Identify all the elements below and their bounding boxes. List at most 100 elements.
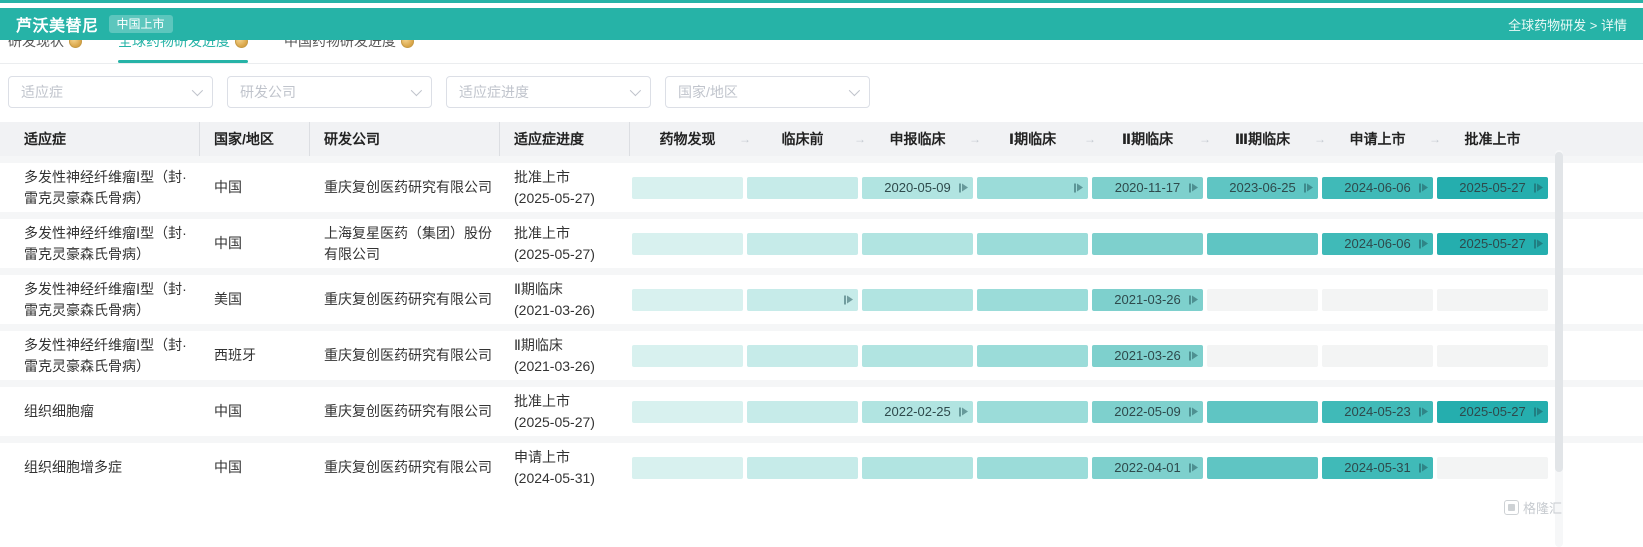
- indication-cell: 组织细胞增多症: [0, 457, 200, 477]
- stage-date: 2024-06-06: [1344, 236, 1411, 251]
- stage-bar: [1322, 289, 1433, 311]
- stage-cell: [860, 457, 975, 479]
- progress-stage: Ⅱ期临床: [514, 335, 630, 355]
- stage-bar[interactable]: 2024-06-06: [1322, 177, 1433, 199]
- stage-bar[interactable]: 2021-03-26: [1092, 345, 1203, 367]
- filter-dropdown-1[interactable]: 研发公司: [227, 76, 432, 108]
- stage-bar[interactable]: 2021-03-26: [1092, 289, 1203, 311]
- app-header: 芦沃美替尼 中国上市 全球药物研发 > 详情: [0, 8, 1643, 40]
- tab-2[interactable]: 中国药物研发进度: [284, 40, 414, 63]
- indication-cell: 组织细胞瘤: [0, 401, 200, 421]
- vertical-scrollbar[interactable]: [1555, 150, 1563, 547]
- company-cell: 重庆复创医药研究有限公司: [310, 401, 500, 421]
- step-icon-triangle: [1192, 352, 1198, 360]
- stage-bar[interactable]: 2025-05-27: [1437, 401, 1548, 423]
- step-icon-bar: [1419, 463, 1421, 472]
- step-icon-bar: [1074, 183, 1076, 192]
- stage-header-label: 药物发现: [660, 131, 716, 147]
- stage-bar[interactable]: [747, 289, 858, 311]
- stage-bar[interactable]: [977, 177, 1088, 199]
- indication-cell: 多发性神经纤维瘤Ⅰ型（封·雷克灵豪森氏骨病）: [0, 279, 200, 320]
- stage-cell: 2023-06-25: [1205, 177, 1320, 199]
- stage-bar: [632, 233, 743, 255]
- stage-bar: [1322, 345, 1433, 367]
- table-row: 多发性神经纤维瘤Ⅰ型（封·雷克灵豪森氏骨病）中国上海复星医药（集团）股份有限公司…: [0, 212, 1643, 268]
- step-forward-icon: [1534, 183, 1543, 192]
- stage-header-label: 申请上市: [1350, 131, 1406, 147]
- filter-placeholder: 国家/地区: [678, 82, 738, 102]
- step-icon-triangle: [1537, 184, 1543, 192]
- column-header: 适应症: [0, 122, 200, 156]
- progress-date: (2025-05-27): [514, 244, 630, 264]
- stage-cell: [860, 233, 975, 255]
- step-forward-icon: [844, 295, 853, 304]
- stage-date: 2023-06-25: [1229, 180, 1296, 195]
- vip-icon: [235, 40, 248, 48]
- column-header: 适应症进度: [500, 122, 630, 156]
- stage-date: 2024-05-31: [1344, 460, 1411, 475]
- stage-cell: [1205, 289, 1320, 311]
- tab-inner: 全球药物研发进度: [118, 40, 248, 51]
- filter-dropdown-3[interactable]: 国家/地区: [665, 76, 870, 108]
- tab-inner: 研发现状: [8, 40, 82, 51]
- stage-bar: [977, 233, 1088, 255]
- pipeline-table: 适应症国家/地区研发公司适应症进度药物发现→临床前→申报临床→Ⅰ期临床→Ⅱ期临床…: [0, 122, 1643, 492]
- stage-bar[interactable]: 2022-04-01: [1092, 457, 1203, 479]
- stage-bar[interactable]: 2020-05-09: [862, 177, 973, 199]
- indication-cell: 多发性神经纤维瘤Ⅰ型（封·雷克灵豪森氏骨病）: [0, 167, 200, 208]
- stage-cell: [745, 457, 860, 479]
- stage-bar[interactable]: 2024-05-31: [1322, 457, 1433, 479]
- stage-bar: [747, 457, 858, 479]
- stage-header-label: Ⅱ期临床: [1122, 131, 1173, 147]
- stage-cell: [745, 289, 860, 311]
- stage-bar[interactable]: 2025-05-27: [1437, 233, 1548, 255]
- tab-label: 研发现状: [8, 40, 64, 51]
- drug-title: 芦沃美替尼: [16, 12, 99, 36]
- progress-cell: 批准上市(2025-05-27): [500, 391, 630, 432]
- breadcrumb[interactable]: 全球药物研发 > 详情: [1508, 15, 1627, 34]
- step-icon-triangle: [1192, 184, 1198, 192]
- filter-bar: 适应症研发公司适应症进度 国家/地区: [0, 64, 1643, 118]
- step-forward-icon: [1189, 463, 1198, 472]
- filter-dropdown-0[interactable]: 适应症: [8, 76, 213, 108]
- progress-stage: 批准上市: [514, 223, 630, 243]
- step-forward-icon: [959, 407, 968, 416]
- stage-bar[interactable]: 2020-11-17: [1092, 177, 1203, 199]
- progress-cell: 申请上市(2024-05-31): [500, 447, 630, 488]
- gelonghui-watermark: 格隆汇: [1504, 498, 1562, 517]
- filter-dropdown-2[interactable]: 适应症进度: [446, 76, 651, 108]
- stage-bar: [1437, 345, 1548, 367]
- stage-bar[interactable]: 2022-05-09: [1092, 401, 1203, 423]
- stage-bar[interactable]: 2023-06-25: [1207, 177, 1318, 199]
- step-icon-triangle: [962, 408, 968, 416]
- table-body: 多发性神经纤维瘤Ⅰ型（封·雷克灵豪森氏骨病）中国重庆复创医药研究有限公司批准上市…: [0, 156, 1643, 492]
- stage-bar: [747, 401, 858, 423]
- progress-date: (2025-05-27): [514, 188, 630, 208]
- tab-1[interactable]: 全球药物研发进度: [118, 40, 248, 63]
- stage-date: 2024-06-06: [1344, 180, 1411, 195]
- progress-stage: Ⅱ期临床: [514, 279, 630, 299]
- step-icon-triangle: [1192, 408, 1198, 416]
- tab-0[interactable]: 研发现状: [8, 40, 82, 63]
- step-icon-bar: [844, 295, 846, 304]
- stage-bar[interactable]: 2025-05-27: [1437, 177, 1548, 199]
- stage-cell: [1435, 457, 1550, 479]
- indication-cell: 多发性神经纤维瘤Ⅰ型（封·雷克灵豪森氏骨病）: [0, 335, 200, 376]
- step-icon-triangle: [1307, 184, 1313, 192]
- step-icon-bar: [1189, 463, 1191, 472]
- step-icon-bar: [1419, 407, 1421, 416]
- stage-bar[interactable]: 2024-06-06: [1322, 233, 1433, 255]
- stage-bar: [1207, 345, 1318, 367]
- step-icon-bar: [959, 183, 961, 192]
- step-icon-bar: [1534, 183, 1536, 192]
- scrollbar-thumb[interactable]: [1555, 152, 1563, 472]
- stage-bar[interactable]: 2022-02-25: [862, 401, 973, 423]
- stage-cell: [1205, 457, 1320, 479]
- step-icon-bar: [1189, 183, 1191, 192]
- table-row: 多发性神经纤维瘤Ⅰ型（封·雷克灵豪森氏骨病）中国重庆复创医药研究有限公司批准上市…: [0, 156, 1643, 212]
- company-cell: 重庆复创医药研究有限公司: [310, 177, 500, 197]
- stage-bar[interactable]: 2024-05-23: [1322, 401, 1433, 423]
- watermark-label: 格隆汇: [1523, 498, 1562, 517]
- stage-bar: [862, 233, 973, 255]
- stage-bar: [977, 457, 1088, 479]
